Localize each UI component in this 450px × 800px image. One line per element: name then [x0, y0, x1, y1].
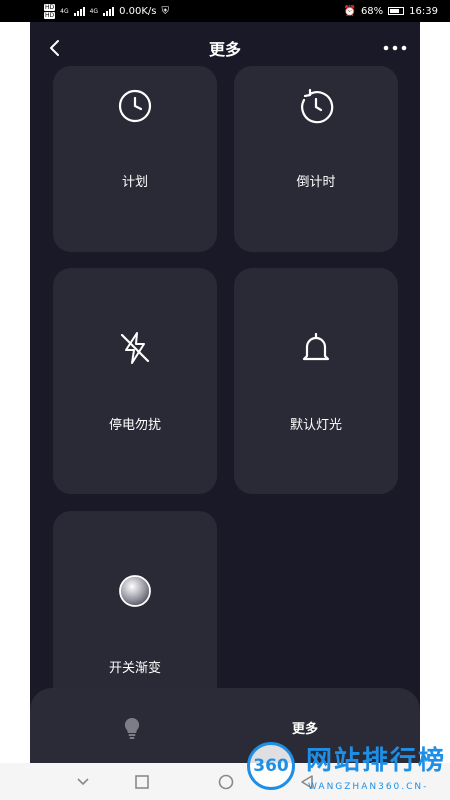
app-screen: 更多 计划 倒计时 停电勿扰 默认灯光 开关渐变 更多	[30, 22, 420, 763]
no-power-icon	[120, 332, 150, 364]
clock-icon	[118, 89, 152, 123]
card-label: 开关渐变	[108, 661, 161, 676]
card-switch-gradient[interactable]: 开关渐变	[53, 511, 217, 711]
notification-icon: ⛨	[161, 5, 169, 17]
watermark-logo: 360 网站排行榜 WANGZHAN360.CN-	[244, 738, 450, 800]
watermark-360-badge: 360	[247, 742, 295, 790]
card-label: 默认灯光	[289, 418, 342, 433]
watermark-title: 网站排行榜	[306, 746, 447, 776]
home-icon[interactable]	[217, 773, 235, 791]
bulb-icon[interactable]	[122, 716, 142, 740]
battery-percent: 68%	[360, 5, 384, 17]
chevron-down-icon[interactable]	[74, 773, 92, 791]
countdown-icon	[301, 88, 334, 124]
card-label: 倒计时	[296, 175, 336, 190]
hd-label-1: HD	[44, 3, 56, 11]
gradient-circle-icon	[119, 575, 151, 607]
clock-time: 16:39	[409, 5, 438, 17]
card-power-off-dnd[interactable]: 停电勿扰	[53, 268, 217, 494]
bottom-more-label[interactable]: 更多	[292, 718, 318, 737]
back-icon[interactable]	[44, 36, 68, 60]
status-bar: HD HD 4G 4G 0.00K/s ⛨ ⏰ 68% 16:39	[0, 0, 450, 22]
card-countdown[interactable]: 倒计时	[234, 66, 398, 252]
network-type: 4G	[60, 7, 69, 15]
card-default-light[interactable]: 默认灯光	[234, 268, 398, 494]
bell-icon	[302, 332, 330, 361]
battery-icon	[388, 7, 405, 15]
card-label: 计划	[121, 175, 148, 190]
signal-icon-2	[103, 6, 115, 16]
hd-indicator: HD HD	[44, 3, 56, 19]
page-title: 更多	[208, 40, 241, 59]
signal-icon	[73, 6, 85, 16]
watermark-subtitle: WANGZHAN360.CN-	[308, 782, 429, 792]
more-options-icon[interactable]	[382, 36, 408, 60]
alarm-icon: ⏰	[343, 5, 356, 17]
network-type-2: 4G	[89, 7, 99, 15]
network-speed: 0.00K/s	[119, 5, 157, 17]
recent-apps-icon[interactable]	[133, 773, 151, 791]
hd-label-2: HD	[44, 11, 56, 19]
card-label: 停电勿扰	[108, 418, 161, 433]
card-schedule[interactable]: 计划	[53, 66, 217, 252]
